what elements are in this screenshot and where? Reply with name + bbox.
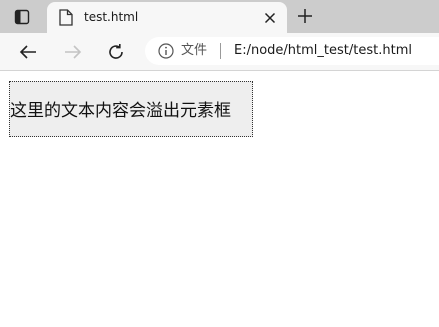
tab-active[interactable]: test.html [47,2,287,33]
address-scheme-label: 文件 [181,43,208,58]
new-tab-icon[interactable] [296,7,314,25]
address-bar[interactable]: 文件 E:/node/html_test/test.html [145,37,439,65]
tab-actions-icon[interactable] [12,7,32,27]
page-content: 这里的文本内容会溢出元素框 [0,71,439,327]
info-icon[interactable] [158,43,174,59]
overflow-box: 这里的文本内容会溢出元素框 [9,81,253,137]
overflow-text: 这里的文本内容会溢出元素框 [10,101,231,121]
file-icon [59,9,75,26]
forward-icon[interactable] [63,42,83,62]
tab-title: test.html [84,10,139,24]
toolbar: 文件 E:/node/html_test/test.html [0,33,439,70]
tab-strip: test.html [0,0,439,33]
refresh-icon[interactable] [106,42,126,62]
back-icon[interactable] [18,42,38,62]
address-url[interactable]: E:/node/html_test/test.html [234,43,412,59]
address-separator [220,43,221,59]
close-icon[interactable] [262,10,278,26]
